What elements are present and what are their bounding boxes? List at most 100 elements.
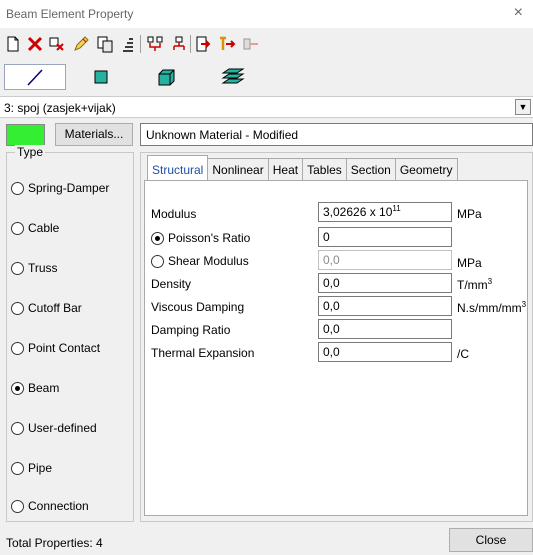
viscous-damping-unit: N.s/mm/mm3 <box>457 301 526 317</box>
window-title: Beam Element Property <box>6 7 134 21</box>
type-option-connection[interactable]: Connection <box>11 497 89 515</box>
thermal-expansion-unit: /C <box>457 347 469 361</box>
shear-modulus-radio[interactable]: Shear Modulus <box>151 253 249 269</box>
type-option-label: Connection <box>28 499 89 513</box>
density-unit: T/mm3 <box>457 278 492 294</box>
type-option-label: Beam <box>28 381 60 395</box>
close-icon[interactable]: × <box>514 4 523 22</box>
library-icon[interactable] <box>242 35 260 53</box>
density-label: Density <box>151 277 192 291</box>
copy-icon[interactable] <box>96 35 114 53</box>
tab-nonlinear[interactable]: Nonlinear <box>207 158 269 180</box>
properties-panel: Structural Nonlinear Heat Tables Section… <box>140 152 533 522</box>
viscous-damping-label: Viscous Damping <box>151 300 245 314</box>
density-unit-exp: 3 <box>487 277 493 286</box>
type-option-label: Spring-Damper <box>28 181 110 195</box>
material-name-field[interactable]: Unknown Material - Modified <box>140 123 533 146</box>
color-swatch[interactable] <box>6 124 45 146</box>
poisson-field[interactable]: 0 <box>318 227 452 247</box>
modulus-unit: MPa <box>457 207 482 221</box>
type-option-point-contact[interactable]: Point Contact <box>11 339 100 357</box>
viscous-unit-exp: 3 <box>521 300 527 309</box>
shear-modulus-field: 0,0 <box>318 250 452 270</box>
type-group-legend: Type <box>15 145 46 159</box>
chevron-down-icon[interactable]: ▼ <box>515 99 531 115</box>
plate-element-icon <box>94 70 108 84</box>
property-select-value: 3: spoj (zasjek+vijak) <box>4 101 116 115</box>
line-element-button[interactable] <box>4 64 66 90</box>
type-option-label: Truss <box>28 261 58 275</box>
radio-icon <box>11 461 24 475</box>
split-icon[interactable] <box>146 35 164 53</box>
modulus-label: Modulus <box>151 207 197 221</box>
type-option-label: Cutoff Bar <box>28 301 82 315</box>
type-option-user-defined[interactable]: User-defined <box>11 419 97 437</box>
radio-icon <box>11 499 24 513</box>
radio-icon <box>151 254 164 268</box>
brick-element-button[interactable] <box>136 64 198 90</box>
delete-unused-icon[interactable] <box>48 35 66 53</box>
type-option-label: Point Contact <box>28 341 101 355</box>
type-option-truss[interactable]: Truss <box>11 259 58 277</box>
toolbar-separator <box>140 35 141 53</box>
tab-section[interactable]: Section <box>345 158 396 180</box>
element-type-bar <box>0 62 533 94</box>
type-option-label: Pipe <box>28 461 53 475</box>
import-icon[interactable] <box>194 35 212 53</box>
poisson-label: Poisson's Ratio <box>168 231 251 245</box>
thermal-expansion-label: Thermal Expansion <box>151 346 255 360</box>
radio-icon <box>11 421 24 435</box>
tab-structural[interactable]: Structural <box>147 155 209 181</box>
tab-strip: Structural Nonlinear Heat Tables Section… <box>147 155 458 181</box>
type-option-spring-damper[interactable]: Spring-Damper <box>11 179 109 197</box>
damping-ratio-label: Damping Ratio <box>151 323 231 337</box>
title-bar: Beam Element Property × <box>0 0 533 28</box>
new-icon[interactable] <box>4 35 22 53</box>
tab-tables[interactable]: Tables <box>302 158 347 180</box>
laminate-element-icon <box>221 68 245 84</box>
radio-icon <box>11 301 24 315</box>
type-group: Type Spring-Damper Cable Truss Cutoff Ba… <box>6 145 134 522</box>
tab-geometry[interactable]: Geometry <box>394 158 458 180</box>
sort-icon[interactable] <box>119 35 137 53</box>
line-element-icon <box>27 69 43 86</box>
viscous-damping-field[interactable]: 0,0 <box>318 296 452 316</box>
radio-icon <box>11 181 24 195</box>
density-field[interactable]: 0,0 <box>318 273 452 293</box>
radio-icon <box>11 261 24 275</box>
materials-button[interactable]: Materials... <box>55 123 133 146</box>
toolbar <box>0 31 533 59</box>
total-properties: Total Properties: 4 <box>6 536 103 550</box>
type-option-cutoff-bar[interactable]: Cutoff Bar <box>11 299 82 317</box>
type-option-label: User-defined <box>28 421 97 435</box>
radio-icon <box>11 341 24 355</box>
edit-icon[interactable] <box>72 35 90 53</box>
radio-checked-icon <box>11 381 24 395</box>
radio-icon <box>11 221 24 235</box>
shear-modulus-unit: MPa <box>457 256 482 270</box>
modulus-exponent: 11 <box>392 204 401 213</box>
type-option-beam[interactable]: Beam <box>11 379 59 397</box>
plate-element-button[interactable] <box>70 64 132 90</box>
close-button[interactable]: Close <box>449 528 533 552</box>
damping-ratio-field[interactable]: 0,0 <box>318 319 452 339</box>
modulus-mantissa: 3,02626 x 10 <box>323 205 393 219</box>
poisson-radio[interactable]: Poisson's Ratio <box>151 230 250 246</box>
shear-modulus-label: Shear Modulus <box>168 254 249 268</box>
merge-icon[interactable] <box>170 35 188 53</box>
toolbar-separator <box>190 35 191 53</box>
viscous-unit-base: N.s/mm/mm <box>457 301 522 315</box>
delete-icon[interactable] <box>26 35 44 53</box>
property-select[interactable]: 3: spoj (zasjek+vijak) ▼ <box>0 96 533 118</box>
laminate-element-button[interactable] <box>202 64 264 90</box>
thermal-expansion-field[interactable]: 0,0 <box>318 342 452 362</box>
export-icon[interactable] <box>218 35 236 53</box>
radio-checked-icon <box>151 231 164 245</box>
modulus-field[interactable]: 3,02626 x 1011 <box>318 202 452 222</box>
structural-tab-body: Modulus 3,02626 x 1011 MPa Poisson's Rat… <box>144 180 528 516</box>
type-option-cable[interactable]: Cable <box>11 219 59 237</box>
brick-element-icon <box>158 69 175 86</box>
tab-heat[interactable]: Heat <box>267 158 304 180</box>
type-option-pipe[interactable]: Pipe <box>11 459 52 477</box>
type-option-label: Cable <box>28 221 60 235</box>
